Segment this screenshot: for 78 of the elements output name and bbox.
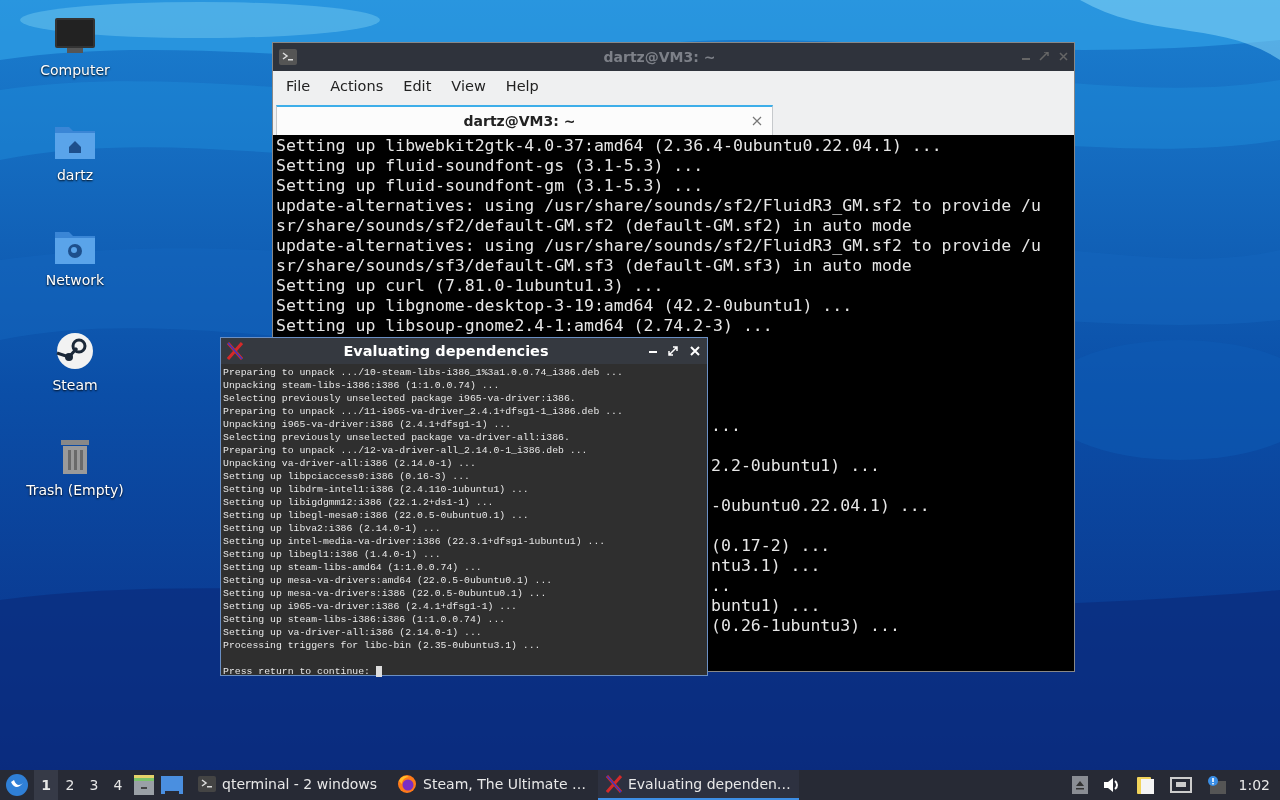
terminal-line: Setting up libgnome-desktop-3-19:amd64 (42.2-0ubuntu1) ... [276,296,853,315]
terminal-line: Selecting previously unselected package va-driver-all:i386. [223,431,571,444]
terminal-line: Setting up libegl1:i386 (1.4.0-1) ... [223,548,442,561]
terminal-line: Preparing to unpack .../11-i965-va-driver_2.4.1+dfsg1-1_i386.deb ... [223,405,624,418]
terminal-line: Setting up intel-media-va-driver:i386 (22.3.1+dfsg1-1ubuntu1) ... [223,535,607,548]
window-controls-icon[interactable] [649,345,701,357]
terminal-line: Setting up steam-libs-i386:i386 (1:1.0.0.74) ... [223,613,507,626]
terminal-line: Preparing to unpack .../10-steam-libs-i386_1%3a1.0.0.74_i386.deb ... [223,366,624,379]
terminal-line: (0.17-2) ... [711,536,831,556]
terminal-line: Processing triggers for libc-bin (2.35-0ubuntu3.1) ... [223,639,542,652]
network-icon[interactable] [1169,776,1192,794]
terminal-icon [279,49,297,65]
terminal-line: Setting up fluid-soundfont-gm (3.1-5.3) ... [276,176,704,195]
workspace-button[interactable]: 3 [82,770,106,800]
terminal-tab[interactable]: dartz@VM3: ~ [276,105,773,135]
notification-icon[interactable] [1205,775,1226,795]
terminal-line: buntu1) ... [711,596,821,616]
window-title: dartz@VM3: ~ [602,49,717,65]
menu-item[interactable]: Help [495,78,549,94]
text-cursor [376,666,382,677]
close-icon[interactable] [752,116,762,126]
terminal-line: Setting up mesa-va-drivers:i386 (22.0.5-0ubuntu0.1) ... [223,587,548,600]
terminal-line: Selecting previously unselected package i965-va-driver:i386. [223,392,577,405]
terminal-line: update-alternatives: using /usr/share/sounds/sf2/FluidR3_GM.sf2 to provide /u [276,196,1041,215]
terminal-line: update-alternatives: using /usr/share/sounds/sf2/FluidR3_GM.sf2 to provide /u [276,236,1041,255]
terminal-prompt: Press return to continue: [223,665,370,678]
terminal-line: 2.2-0ubuntu1) ... [711,456,880,476]
terminal-line: (0.26-1ubuntu3) ... [711,616,900,636]
terminal-line: Setting up libdrm-intel1:i386 (2.4.110-1ubuntu1) ... [223,483,530,496]
desktop-icon-label[interactable]: Trash (Empty) [26,482,124,498]
menu-item[interactable]: Edit [393,78,442,94]
terminal-line: Setting up libigdgmm12:i386 (22.1.2+ds1-1) ... [223,496,495,509]
terminal-line: Preparing to unpack .../12-va-driver-all_2.14.0-1_i386.deb ... [223,444,589,457]
window-title: Evaluating dependencies [342,343,550,359]
clipboard-icon[interactable] [1135,775,1156,795]
desktop-icon-label[interactable]: Steam [52,377,98,393]
terminal-line: Setting up libwebkit2gtk-4.0-37:amd64 (2.36.4-0ubuntu0.22.04.1) ... [276,136,942,155]
terminal-line: Setting up mesa-va-drivers:amd64 (22.0.5-0ubuntu0.1) ... [223,574,554,587]
clock[interactable]: 1:02 [1232,777,1280,793]
terminal-line: Setting up fluid-soundfont-gs (3.1-5.3) ... [276,156,704,175]
x-logo-icon [227,342,243,360]
terminal-line: Setting up libpciaccess0:i386 (0.16-3) ... [223,470,471,483]
menu-item[interactable]: Actions [320,78,394,94]
desktop-icon-label[interactable]: Network [45,272,105,288]
terminal-line: Unpacking i965-va-driver:i386 (2.4.1+dfsg1-1) ... [223,418,513,431]
task-button[interactable]: qterminal - 2 windows [190,770,386,800]
workspace-button[interactable]: 1 [34,770,58,800]
workspace-button[interactable]: 2 [58,770,82,800]
terminal-line: Setting up libva2:i386 (2.14.0-1) ... [223,522,442,535]
terminal-line: Setting up steam-libs-amd64 (1:1.0.0.74) ... [223,561,483,574]
terminal-line: -0ubuntu0.22.04.1) ... [711,496,930,516]
terminal-line: Unpacking va-driver-all:i386 (2.14.0-1) ... [223,457,477,470]
terminal-line: Setting up libegl-mesa0:i386 (22.0.5-0ubuntu0.1) ... [223,509,530,522]
task-button[interactable]: Steam, The Ultimate … [389,770,594,800]
terminal-line: sr/share/sounds/sf2/default-GM.sf2 (default-GM.sf2) in auto mode [276,216,912,235]
terminal-line: Setting up i965-va-driver:i386 (2.4.1+dfsg1-1) ... [223,600,518,613]
terminal-line: Setting up curl (7.81.0-1ubuntu1.3) ... [276,276,664,295]
start-menu-icon[interactable] [6,774,28,796]
terminal-line: ... [711,416,741,436]
desktop-icon[interactable] [161,776,183,794]
menu-item[interactable]: View [441,78,496,94]
eject-icon[interactable] [1071,776,1088,794]
file-cabinet-icon[interactable] [133,775,155,795]
terminal-icon [198,776,216,792]
desktop-icon-label[interactable]: dartz [56,167,94,183]
firefox-icon [397,774,418,794]
terminal-line: sr/share/sounds/sf3/default-GM.sf3 (default-GM.sf3) in auto mode [276,256,912,275]
terminal-line: Setting up va-driver-all:i386 (2.14.0-1) ... [223,626,483,639]
terminal-line: Setting up libsoup-gnome2.4-1:amd64 (2.74.2-3) ... [276,316,773,335]
desktop-icon-label[interactable]: Computer [40,62,110,78]
x-logo-icon [606,775,622,793]
menu-item[interactable]: File [276,78,321,94]
workspace-button[interactable]: 4 [106,770,130,800]
terminal-line: Unpacking steam-libs-i386:i386 (1:1.0.0.74) ... [223,379,501,392]
terminal-line: .. [711,576,731,596]
terminal-line: ntu3.1) ... [711,556,821,576]
monitor-icon[interactable] [53,16,97,56]
task-button[interactable]: Evaluating dependen… [598,770,799,800]
